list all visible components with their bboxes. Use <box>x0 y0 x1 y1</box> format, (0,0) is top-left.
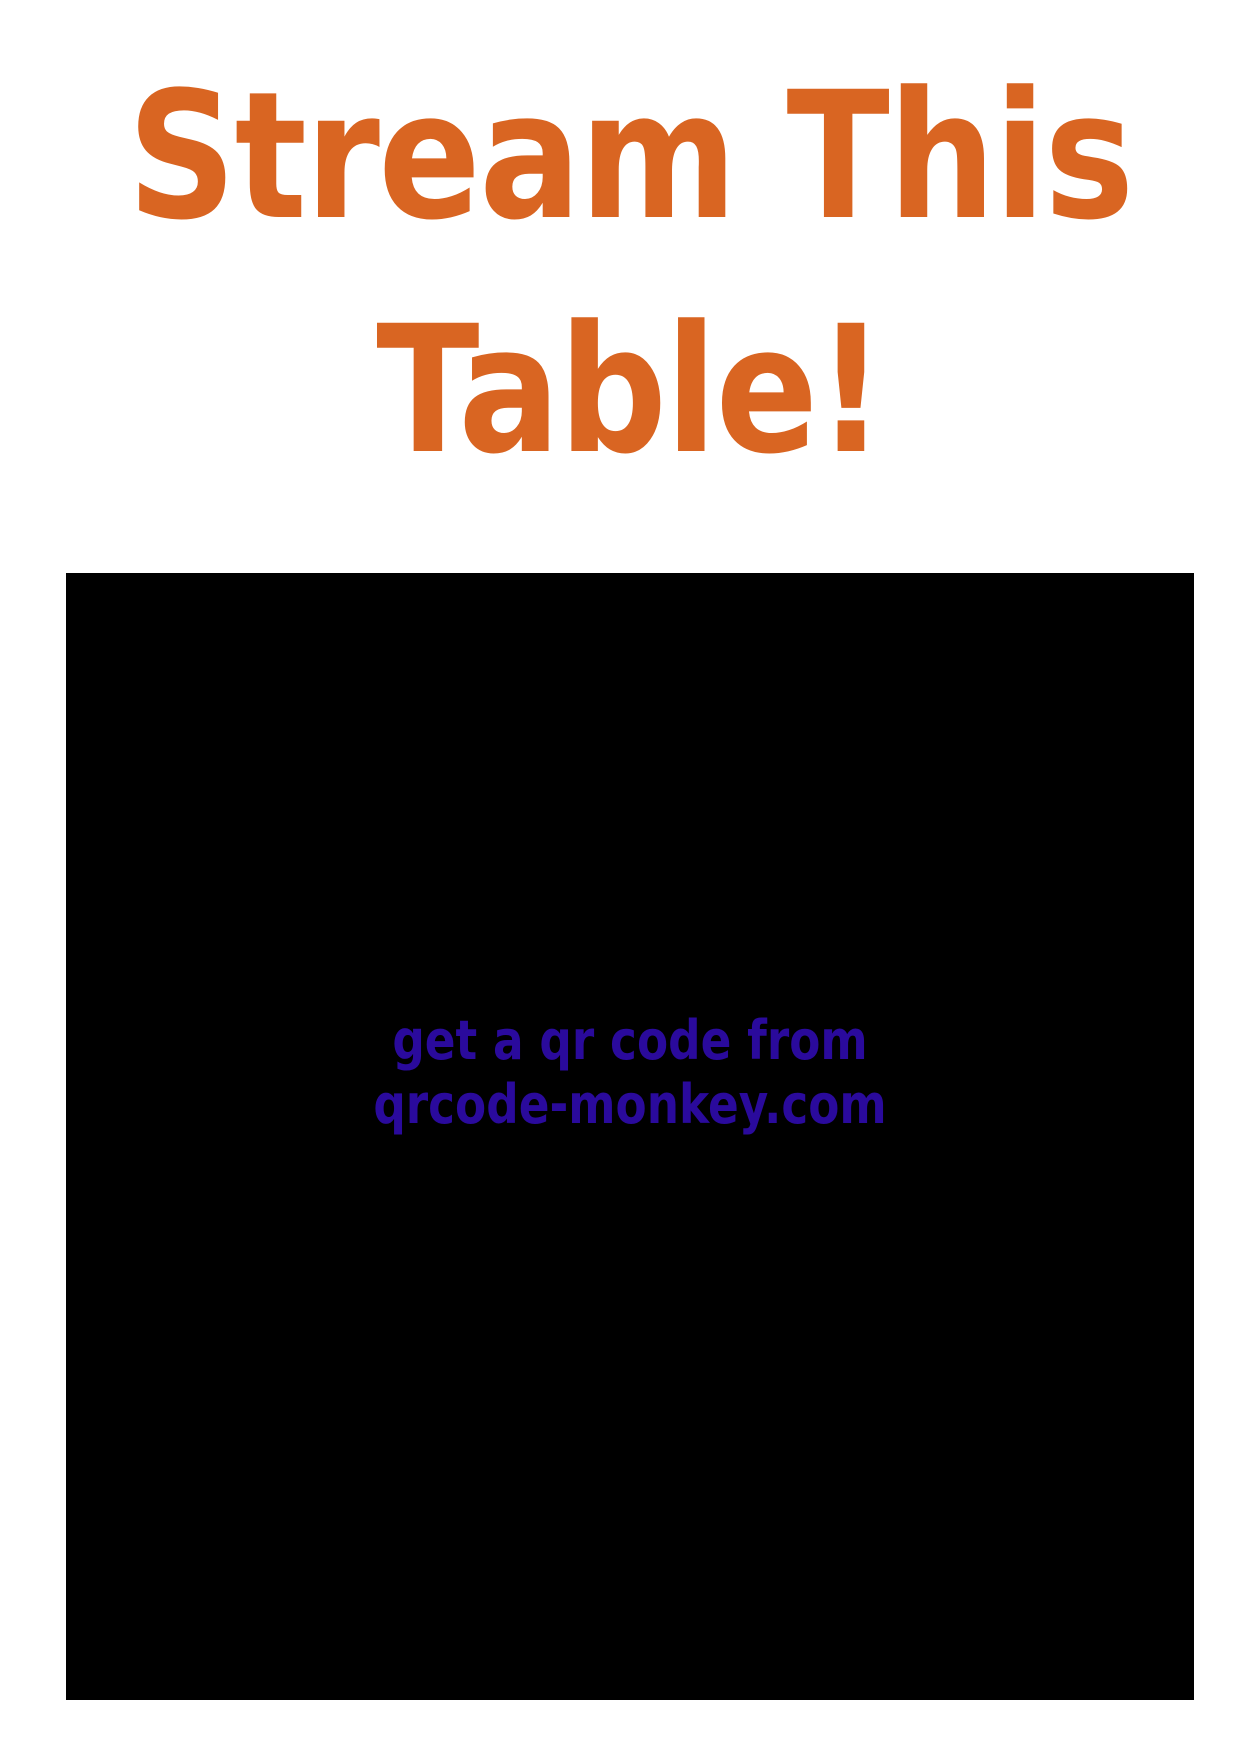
title-line-2: Table! <box>376 288 885 493</box>
qr-code-placeholder: get a qr code from qrcode-monkey.com <box>66 573 1194 1700</box>
qr-instructions-line-1: get a qr code from <box>392 1009 868 1072</box>
title-line-1: Stream This <box>127 54 1134 259</box>
qr-instructions: get a qr code from qrcode-monkey.com <box>156 1009 1104 1137</box>
page-title: Stream This Table! <box>88 40 1172 508</box>
qr-instructions-line-2: qrcode-monkey.com <box>373 1073 887 1136</box>
